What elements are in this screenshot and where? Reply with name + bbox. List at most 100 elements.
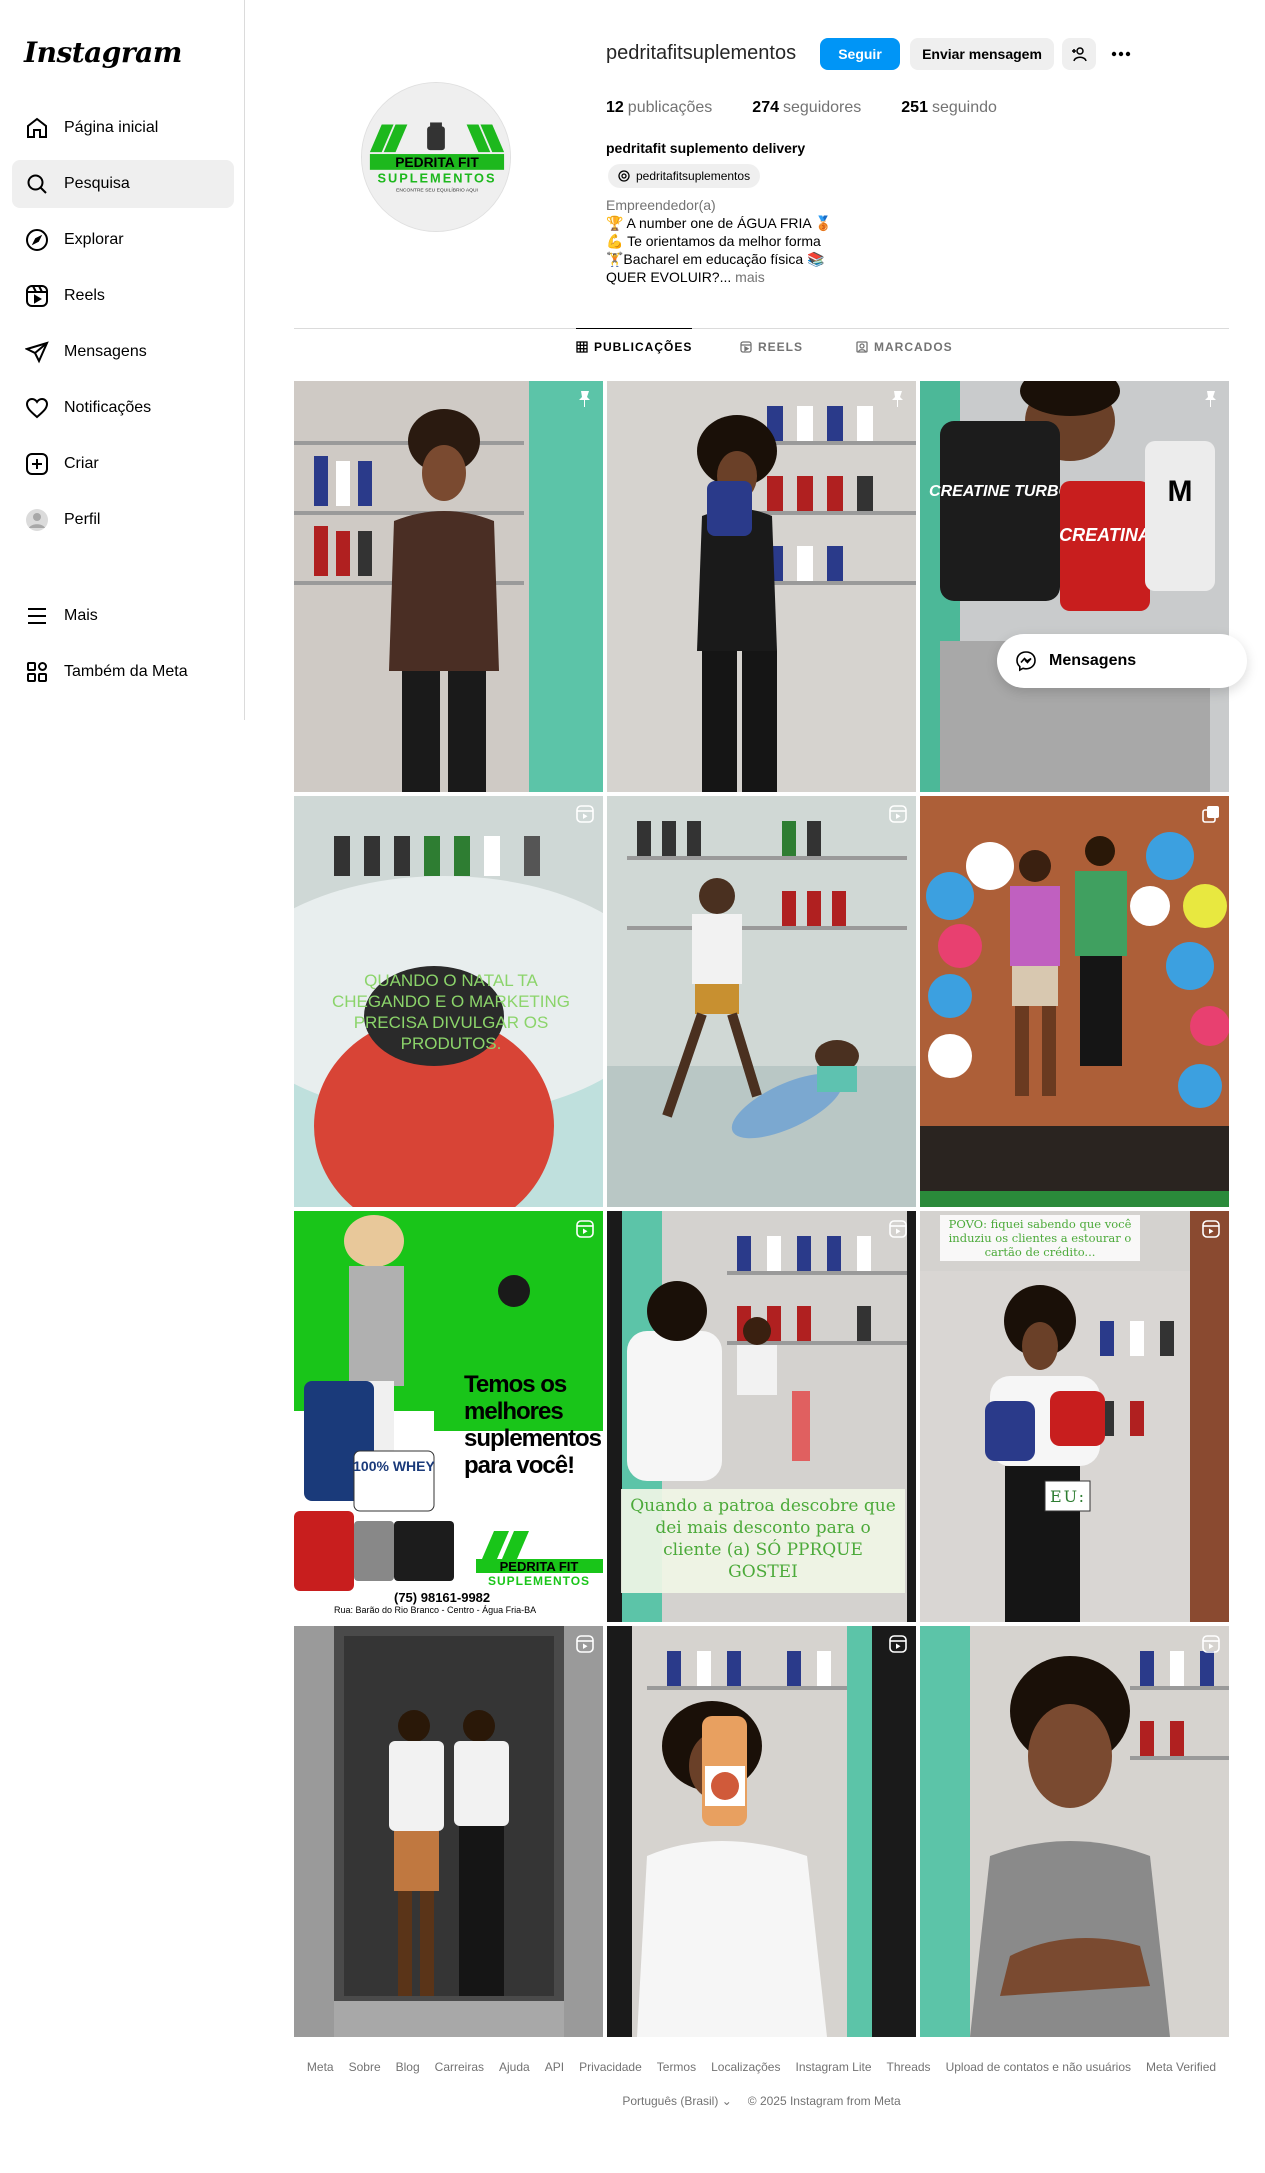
post-image (920, 1626, 1229, 2037)
post-thumbnail[interactable] (607, 381, 916, 792)
profile-picture[interactable]: PEDRITA FIT SUPLEMENTOS ENCONTRE SEU EQU… (361, 82, 511, 232)
footer-link[interactable]: Sobre (349, 2060, 381, 2074)
sidebar-item-messages[interactable]: Mensagens (12, 328, 234, 376)
reels-icon (740, 341, 752, 353)
post-caption-overlay: QUANDO O NATAL TA CHEGANDO E O MARKETING… (331, 971, 571, 1053)
svg-text:ENCONTRE SEU EQUILÍBRIO AQUI: ENCONTRE SEU EQUILÍBRIO AQUI (396, 187, 478, 194)
sidebar-item-label: Mensagens (64, 343, 147, 360)
tab-posts[interactable]: PUBLICAÇÕES (576, 328, 693, 354)
svg-text:PEDRITA FIT: PEDRITA FIT (395, 154, 479, 170)
tabs-divider (294, 328, 1229, 329)
threads-link[interactable]: pedritafitsuplementos (608, 164, 761, 188)
footer-link[interactable]: Localizações (711, 2060, 780, 2074)
svg-text:100% WHEY: 100% WHEY (353, 1458, 435, 1474)
messenger-icon (24, 339, 50, 365)
sidebar-nav: Página inicial Pesquisa Explorar Reels M… (12, 104, 234, 704)
footer-link[interactable]: API (545, 2060, 564, 2074)
compass-icon (24, 227, 50, 253)
footer-link[interactable]: Meta (307, 2060, 334, 2074)
bio-more-link[interactable]: mais (735, 269, 765, 285)
sidebar-item-meta[interactable]: Também da Meta (12, 648, 234, 696)
send-message-button[interactable]: Enviar mensagem (910, 38, 1054, 70)
instagram-logo[interactable]: Instagram (24, 36, 182, 69)
sidebar-item-search[interactable]: Pesquisa (12, 160, 234, 208)
post-thumbnail[interactable]: POVO: fiquei sabendo que você induziu os… (920, 1211, 1229, 1622)
search-icon (24, 171, 50, 197)
post-thumbnail[interactable] (294, 1626, 603, 2037)
suggest-user-button[interactable] (1062, 38, 1096, 70)
post-thumbnail[interactable]: QUANDO O NATAL TA CHEGANDO E O MARKETING… (294, 796, 603, 1207)
svg-text:CREATINA: CREATINA (1059, 525, 1151, 545)
post-phone: (75) 98161-9982 (394, 1590, 491, 1605)
sidebar-item-reels[interactable]: Reels (12, 272, 234, 320)
svg-text:SUPLEMENTOS: SUPLEMENTOS (377, 171, 496, 186)
footer-link[interactable]: Carreiras (435, 2060, 484, 2074)
footer-links: Meta Sobre Blog Carreiras Ajuda API Priv… (294, 2060, 1229, 2074)
post-thumbnail[interactable]: Quando a patroa descobre que dei mais de… (607, 1211, 916, 1622)
footer-link[interactable]: Instagram Lite (795, 2060, 871, 2074)
more-options-button[interactable] (1104, 38, 1138, 70)
pinned-icon (579, 391, 590, 407)
sidebar-item-label: Reels (64, 287, 105, 304)
sidebar-item-label: Mais (64, 607, 98, 624)
reel-icon (889, 1220, 907, 1238)
sidebar-item-label: Página inicial (64, 119, 159, 136)
post-thumbnail[interactable] (607, 1626, 916, 2037)
footer-link[interactable]: Ajuda (499, 2060, 530, 2074)
reel-icon (1202, 1220, 1220, 1238)
profile-full-name: pedritafit suplemento delivery (606, 140, 806, 156)
post-image (607, 796, 916, 1207)
sidebar-item-more[interactable]: Mais (12, 592, 234, 640)
footer-link[interactable]: Blog (396, 2060, 420, 2074)
followers-count[interactable]: 274 seguidores (752, 99, 861, 117)
sidebar-item-create[interactable]: Criar (12, 440, 234, 488)
posts-count: 12 publicações (606, 99, 713, 116)
footer-link[interactable]: Termos (657, 2060, 696, 2074)
post-caption-overlay: Quando a patroa descobre que dei mais de… (621, 1489, 905, 1593)
post-headline: Temos os melhores suplementos para você! (464, 1371, 602, 1479)
language-selector[interactable]: Português (Brasil) ⌄ (622, 2094, 731, 2108)
sidebar-item-notifications[interactable]: Notificações (12, 384, 234, 432)
pinned-icon (1205, 391, 1216, 407)
grid-apps-icon (24, 659, 50, 685)
tab-tagged[interactable]: MARCADOS (856, 340, 953, 354)
post-thumbnail[interactable] (294, 381, 603, 792)
post-thumbnail[interactable]: CREATINE TURBO CREATINA M (920, 381, 1229, 792)
post-caption-overlay: POVO: fiquei sabendo que você induziu os… (940, 1215, 1140, 1261)
post-image (920, 796, 1229, 1207)
post-thumbnail[interactable]: 100% WHEY PEDRITA FIT SUPLEMENTOS Temos … (294, 1211, 603, 1622)
following-count[interactable]: 251 seguindo (901, 99, 997, 117)
svg-text:CREATINE TURBO: CREATINE TURBO (929, 483, 1071, 500)
footer-link[interactable]: Threads (887, 2060, 931, 2074)
post-image (607, 1626, 916, 2037)
post-label: EU: (1050, 1487, 1086, 1506)
reel-icon (576, 805, 594, 823)
sidebar-item-explore[interactable]: Explorar (12, 216, 234, 264)
carousel-icon (1202, 806, 1219, 823)
sidebar-item-profile[interactable]: Perfil (12, 496, 234, 544)
post-thumbnail[interactable] (920, 1626, 1229, 2037)
grid-icon (576, 341, 588, 353)
svg-text:SUPLEMENTOS: SUPLEMENTOS (488, 1574, 590, 1588)
sidebar-item-home[interactable]: Página inicial (12, 104, 234, 152)
post-image (294, 1626, 603, 2037)
brand-logo: PEDRITA FIT SUPLEMENTOS ENCONTRE SEU EQU… (362, 83, 510, 231)
reel-icon (889, 1635, 907, 1653)
footer-link[interactable]: Upload de contatos e não usuários (946, 2060, 1131, 2074)
post-thumbnail[interactable] (607, 796, 916, 1207)
pinned-icon (892, 391, 903, 407)
reels-icon (24, 283, 50, 309)
reel-icon (889, 805, 907, 823)
tab-reels[interactable]: REELS (740, 340, 803, 354)
footer-link[interactable]: Meta Verified (1146, 2060, 1216, 2074)
profile-bio: 🏆 A number one de ÁGUA FRIA 🥉 💪 Te orien… (606, 215, 833, 285)
messages-floating-button[interactable]: Mensagens (997, 634, 1247, 688)
sidebar-item-label: Pesquisa (64, 175, 130, 192)
profile-category: Empreendedor(a) (606, 197, 716, 213)
footer-link[interactable]: Privacidade (579, 2060, 642, 2074)
post-thumbnail[interactable] (920, 796, 1229, 1207)
follow-button[interactable]: Seguir (820, 38, 900, 70)
messenger-icon (1016, 651, 1036, 672)
sidebar-item-label: Perfil (64, 511, 101, 528)
reel-icon (576, 1635, 594, 1653)
